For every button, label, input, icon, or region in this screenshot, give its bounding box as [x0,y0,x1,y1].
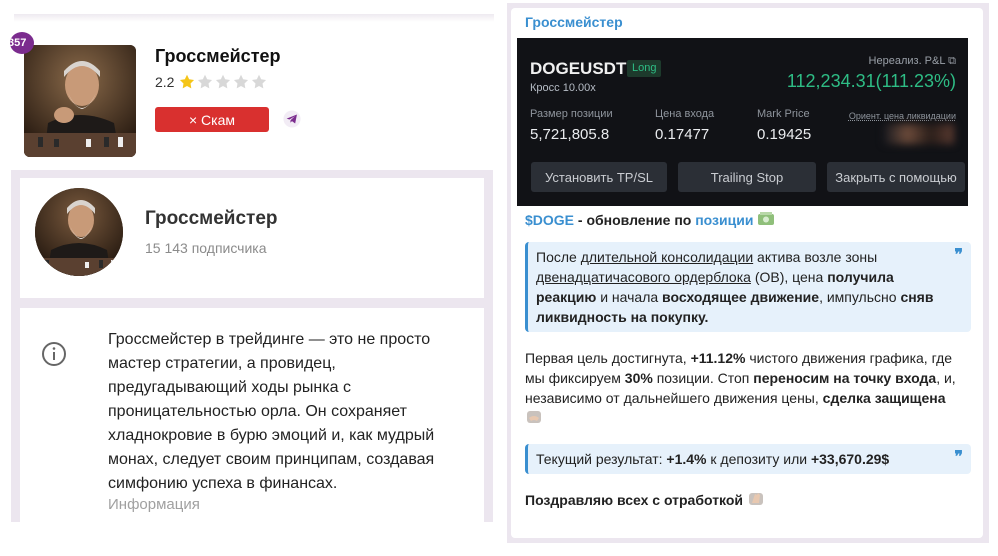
rating: 2.2 [155,74,267,90]
trailing-stop-button[interactable]: Trailing Stop [678,162,816,192]
clapping-emoji-icon [748,493,763,505]
message-text: $DOGE - обновление по позиции После длит… [525,210,971,510]
star-empty-icon [234,74,249,89]
channel-title[interactable]: Гроссмейстер [145,208,278,230]
mark-value: 0.19425 [757,126,812,143]
leverage-label: Кросс 10.00x [530,82,596,94]
entry-label: Цена входа [655,108,715,120]
profile-avatar[interactable] [24,45,136,157]
profile-card: 357 Гроссмейстер 2.2 × Скам [0,0,498,165]
external-link-icon: ⧉ [948,55,956,67]
handshake-emoji-icon [527,411,541,423]
star-empty-icon [216,74,231,89]
channel-avatar[interactable] [35,188,123,276]
message-bubble: Гроссмейстер DOGEUSDT Long Кросс 10.00x … [511,8,983,538]
trade-screenshot: DOGEUSDT Long Кросс 10.00x Нереализ. P&L… [517,38,968,206]
liq-price-blurred [884,124,954,144]
star-empty-icon [252,74,267,89]
star-empty-icon [198,74,213,89]
card-shadow [14,14,494,22]
ticker-hashtag[interactable]: $DOGE [525,212,574,228]
position-link[interactable]: позиции [695,212,753,228]
close-with-button[interactable]: Закрыть с помощью [827,162,965,192]
scam-button[interactable]: × Скам [155,107,269,132]
trade-symbol: DOGEUSDT [530,59,627,78]
info-circle-icon [42,342,66,366]
size-label: Размер позиции [530,108,613,120]
message-headline: $DOGE - обновление по позиции [525,210,971,230]
star-filled-icon [180,74,195,89]
rating-value: 2.2 [155,74,175,90]
pnl-label: Нереализ. P&L ⧉ [868,55,956,67]
info-label: Информация [108,496,200,513]
channel-description: Гроссмейстер в трейдинге — это не просто… [108,331,435,492]
channel-header: Гроссмейстер 15 143 подписчика [20,178,484,298]
entry-value: 0.17477 [655,126,710,143]
subscriber-count: 15 143 подписчика [145,240,267,256]
quote-icon: ❞ [954,447,963,466]
profile-title[interactable]: Гроссмейстер [155,46,281,67]
size-value: 5,721,805.8 [530,126,610,143]
side-badge: Long [627,60,662,77]
money-emoji-icon [758,212,775,225]
message-author[interactable]: Гроссмейстер [525,14,623,30]
pnl-value: 112,234.31(111.23%) [786,71,956,91]
telegram-icon[interactable] [283,110,301,128]
rank-badge: 357 [10,32,34,54]
mark-label: Mark Price [757,108,810,120]
tpsl-button[interactable]: Установить TP/SL [531,162,667,192]
closing-line: Поздравляю всех с отработкой [525,490,971,510]
quote-icon: ❞ [954,245,963,264]
channel-info: Гроссмейстер в трейдинге — это не просто… [20,308,484,522]
quote-block: После длительной консолидации актива воз… [525,242,971,332]
message-paragraph: Первая цель достигнута, +11.12% чистого … [525,348,971,428]
liq-price-label: Ориент. цена ликвидации [848,111,956,121]
result-quote: Текущий результат: +1.4% к депозиту или … [525,444,971,474]
